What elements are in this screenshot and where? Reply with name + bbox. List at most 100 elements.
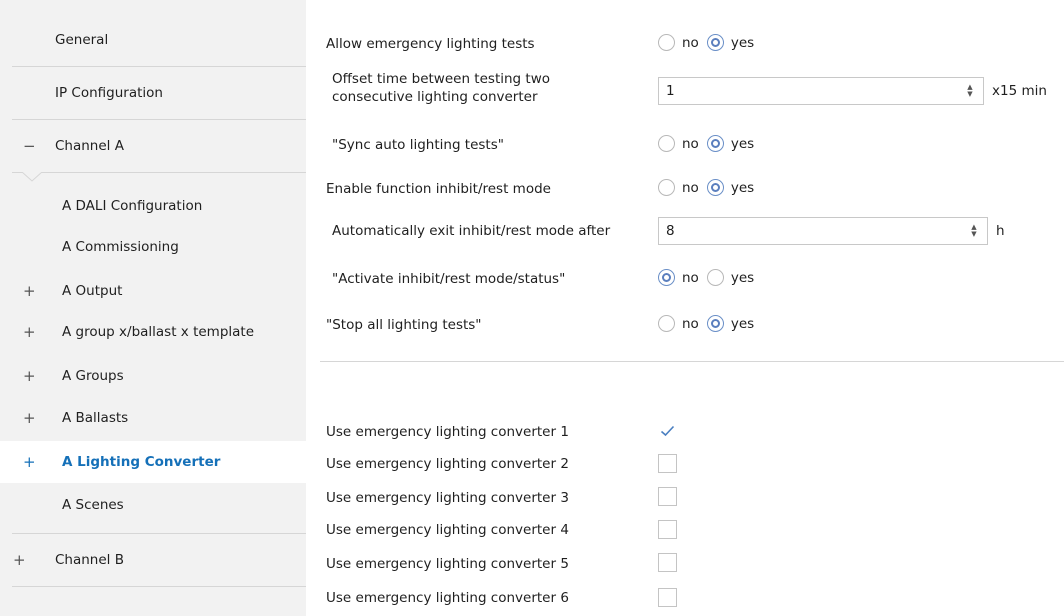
sidebar-item-channel-a[interactable]: − Channel A [0, 120, 306, 172]
sidebar-separator [12, 586, 306, 587]
param-label: Use emergency lighting converter 4 [326, 522, 569, 538]
param-converter-6: Use emergency lighting converter 6 [306, 587, 1064, 609]
stepper-arrows-icon[interactable]: ▲ ▼ [967, 224, 981, 238]
sidebar-item-a-groups[interactable]: + A Groups [0, 357, 306, 395]
unit-label: x15 min [992, 83, 1047, 99]
converter-6-checkbox[interactable] [658, 588, 677, 607]
sidebar-item-label: A DALI Configuration [62, 198, 203, 214]
offset-time-stepper[interactable]: 1 ▲ ▼ [658, 77, 984, 105]
radio-circle-icon [706, 269, 724, 286]
param-label: "Stop all lighting tests" [326, 317, 482, 333]
radio-label: no [682, 269, 699, 286]
sidebar-item-channel-b[interactable]: + Channel B [0, 534, 306, 586]
sidebar-item-label: A Output [62, 283, 123, 299]
param-label: Use emergency lighting converter 1 [326, 424, 569, 440]
radio-circle-icon [706, 179, 724, 196]
sidebar-item-a-commissioning[interactable]: A Commissioning [0, 228, 306, 266]
checkmark-icon [660, 425, 675, 436]
param-label: Allow emergency lighting tests [326, 36, 535, 52]
radio-label: no [682, 315, 699, 332]
stepper-value: 1 [666, 83, 675, 99]
sidebar-item-label: A group x/ballast x template [62, 324, 255, 340]
radio-yes[interactable]: yes [706, 269, 755, 286]
expand-icon[interactable]: + [23, 282, 36, 300]
sidebar-item-a-scenes[interactable]: A Scenes [0, 485, 306, 525]
param-label: "Activate inhibit/rest mode/status" [332, 271, 566, 287]
param-converter-3: Use emergency lighting converter 3 [306, 487, 1064, 509]
section-divider [320, 361, 1064, 362]
sidebar-item-label: A Ballasts [62, 410, 129, 426]
stepper-value: 8 [666, 223, 675, 239]
param-stop-all: "Stop all lighting tests" no yes [306, 314, 1064, 336]
radio-label: yes [730, 34, 755, 51]
radio-group: no yes [658, 34, 762, 51]
param-label: Use emergency lighting converter 5 [326, 556, 569, 572]
radio-no[interactable]: no [658, 315, 699, 332]
radio-group: no yes [658, 135, 762, 152]
param-label-line1: Offset time between testing two [332, 71, 550, 87]
converter-4-checkbox[interactable] [658, 520, 677, 539]
param-label: "Sync auto lighting tests" [332, 137, 504, 153]
param-activate-inhibit: "Activate inhibit/rest mode/status" no y… [306, 268, 1064, 290]
param-auto-exit: Automatically exit inhibit/rest mode aft… [306, 216, 1064, 246]
converter-2-checkbox[interactable] [658, 454, 677, 473]
sidebar: General IP Configuration − Channel A A D… [0, 0, 306, 616]
expand-icon[interactable]: + [13, 551, 26, 569]
sidebar-item-label: A Scenes [62, 497, 124, 513]
sidebar-item-ip-configuration[interactable]: IP Configuration [0, 67, 306, 119]
radio-no[interactable]: no [658, 179, 699, 196]
expand-icon[interactable]: + [23, 323, 36, 341]
radio-label: yes [730, 269, 755, 286]
radio-label: yes [730, 315, 755, 332]
stepper-arrows-icon[interactable]: ▲ ▼ [963, 84, 977, 98]
radio-yes[interactable]: yes [706, 135, 754, 152]
radio-no[interactable]: no [658, 135, 699, 152]
parameter-panel: Allow emergency lighting tests no yes Of… [306, 0, 1064, 616]
param-label: Use emergency lighting converter 6 [326, 590, 569, 606]
param-label: Use emergency lighting converter 2 [326, 456, 569, 472]
sidebar-item-a-dali-configuration[interactable]: A DALI Configuration [0, 187, 306, 225]
radio-circle-icon [706, 34, 724, 51]
sidebar-item-a-output[interactable]: + A Output [0, 272, 306, 310]
sidebar-item-label: A Groups [62, 368, 124, 384]
param-allow-tests: Allow emergency lighting tests no yes [306, 33, 1064, 55]
param-label: Use emergency lighting converter 3 [326, 490, 569, 506]
param-converter-4: Use emergency lighting converter 4 [306, 519, 1064, 541]
radio-circle-icon [658, 179, 675, 196]
radio-group: no yes [658, 269, 762, 286]
sidebar-item-label: IP Configuration [55, 85, 163, 101]
param-converter-5: Use emergency lighting converter 5 [306, 553, 1064, 575]
param-label: Automatically exit inhibit/rest mode aft… [332, 223, 611, 239]
sidebar-separator [12, 172, 306, 173]
radio-circle-icon [658, 315, 675, 332]
sidebar-item-label: General [55, 32, 109, 48]
expand-icon[interactable]: + [23, 453, 36, 471]
auto-exit-stepper[interactable]: 8 ▲ ▼ [658, 217, 988, 245]
unit-label: h [996, 223, 1005, 239]
radio-yes[interactable]: yes [706, 179, 755, 196]
converter-3-checkbox[interactable] [658, 487, 677, 506]
radio-yes[interactable]: yes [706, 315, 755, 332]
expand-icon[interactable]: + [23, 367, 36, 385]
param-sync-auto: "Sync auto lighting tests" no yes [306, 134, 1064, 156]
radio-yes[interactable]: yes [706, 34, 755, 51]
radio-label: no [682, 179, 699, 196]
radio-circle-icon [706, 135, 724, 152]
converter-1-checkbox[interactable] [658, 421, 677, 440]
radio-no[interactable]: no [658, 34, 699, 51]
param-enable-inhibit: Enable function inhibit/rest mode no yes [306, 178, 1064, 200]
expanded-notch-icon [22, 172, 42, 182]
sidebar-item-a-ballasts[interactable]: + A Ballasts [0, 399, 306, 437]
sidebar-item-label: Channel A [55, 138, 124, 154]
sidebar-item-a-lighting-converter[interactable]: + A Lighting Converter [0, 441, 306, 483]
radio-label: yes [730, 179, 755, 196]
sidebar-item-general[interactable]: General [0, 14, 306, 66]
radio-circle-icon [658, 34, 675, 51]
sidebar-item-a-group-template[interactable]: + A group x/ballast x template [0, 313, 306, 351]
expand-icon[interactable]: + [23, 409, 36, 427]
radio-no[interactable]: no [658, 269, 699, 286]
converter-5-checkbox[interactable] [658, 553, 677, 572]
radio-group: no yes [658, 179, 762, 196]
collapse-icon[interactable]: − [23, 137, 36, 155]
param-label-line2: consecutive lighting converter [332, 89, 538, 105]
